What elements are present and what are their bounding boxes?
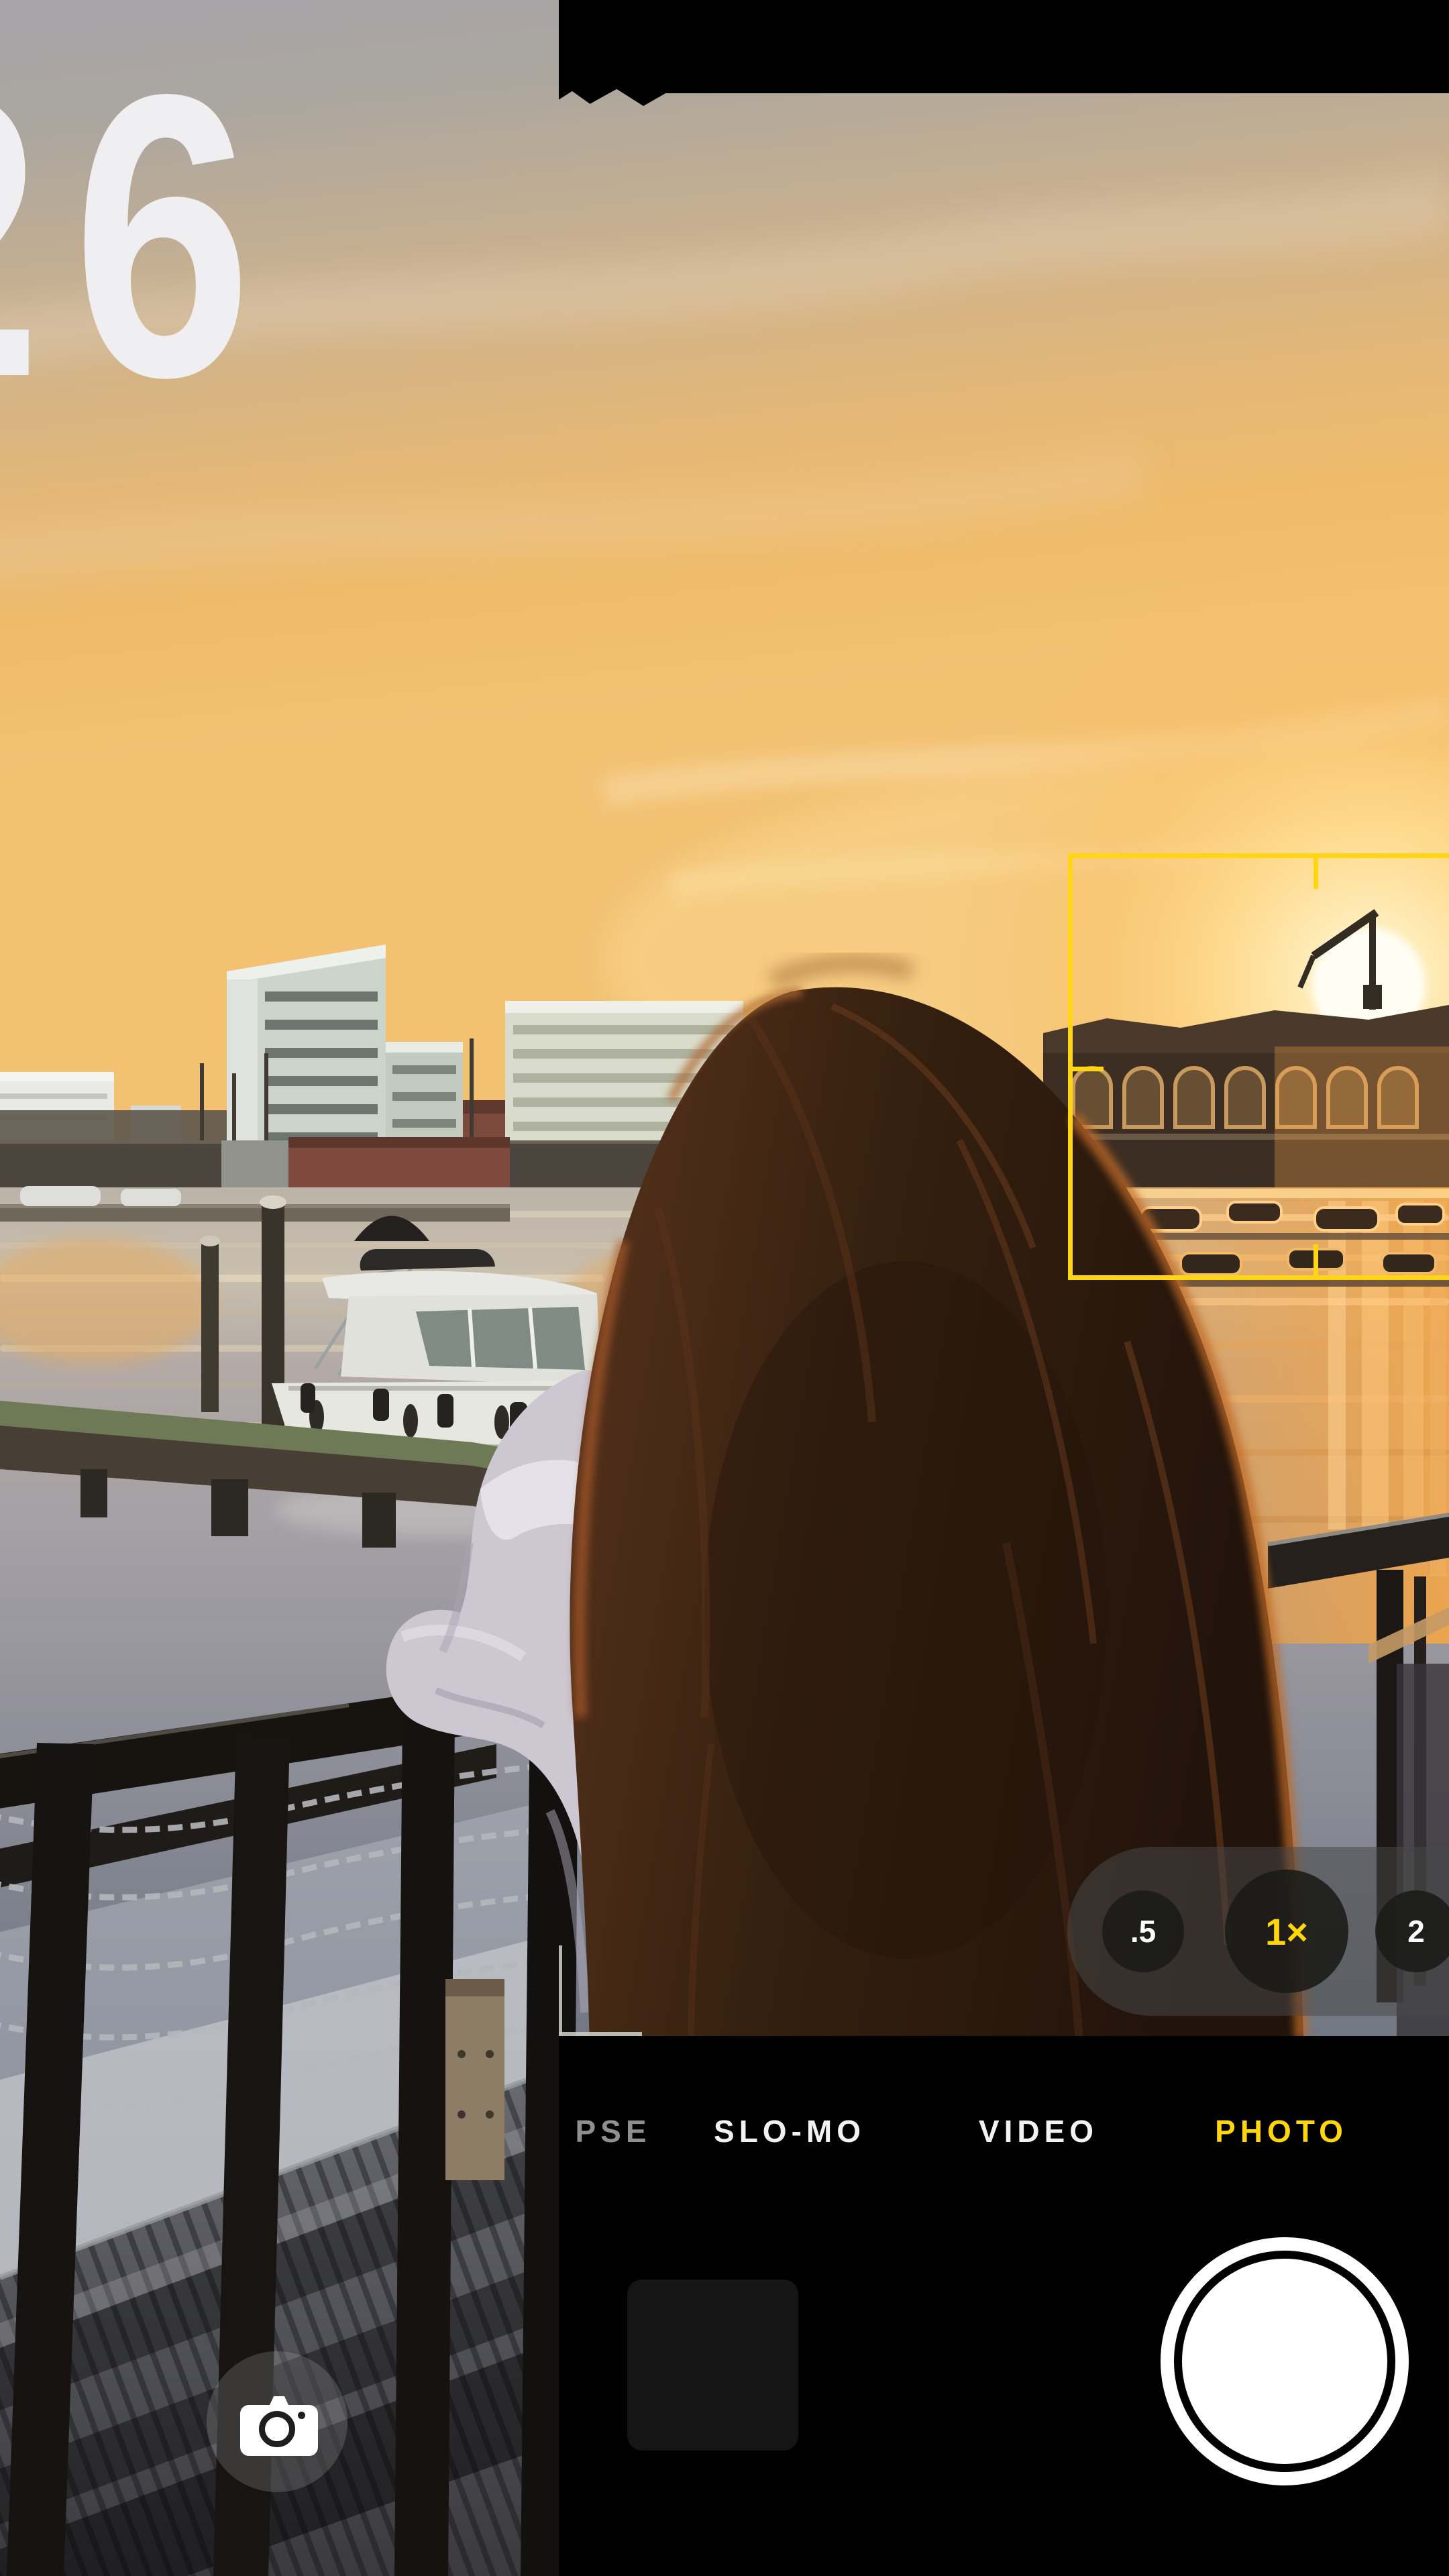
focus-tick-top [1313,858,1318,889]
panel-edge-line-horizontal [559,2032,642,2036]
shutter-button-inner [1182,2259,1387,2464]
zoom-control: .5 1× 2 [1067,1847,1449,2016]
focus-tick-bottom [1313,1244,1318,1275]
lockscreen-clock: 26 [0,35,283,437]
panel-edge-line-vertical [559,1945,562,2035]
shutter-button[interactable] [1161,2237,1409,2485]
top-black-bar [559,0,1449,106]
camera-flip-button[interactable] [207,2351,347,2492]
mode-photo-active[interactable]: PHOTO [1215,2113,1348,2149]
focus-exposure-box [1068,853,1449,1280]
photo-thumbnail[interactable] [627,2279,798,2451]
mode-slo-mo[interactable]: SLO-MO [714,2113,865,2149]
zoom-0.5x-button[interactable]: .5 [1102,1890,1184,1972]
mode-timelapse-truncated[interactable]: PSE [575,2113,651,2149]
mode-video[interactable]: VIDEO [979,2113,1098,2149]
zoom-2x-button[interactable]: 2 [1375,1890,1449,1972]
focus-tick-left [1073,1067,1104,1071]
zoom-1x-button[interactable]: 1× [1225,1870,1348,1993]
camera-app-screen: 26 .5 1× 2 PSE SLO-MO VIDEO PHOTO [0,0,1449,2576]
